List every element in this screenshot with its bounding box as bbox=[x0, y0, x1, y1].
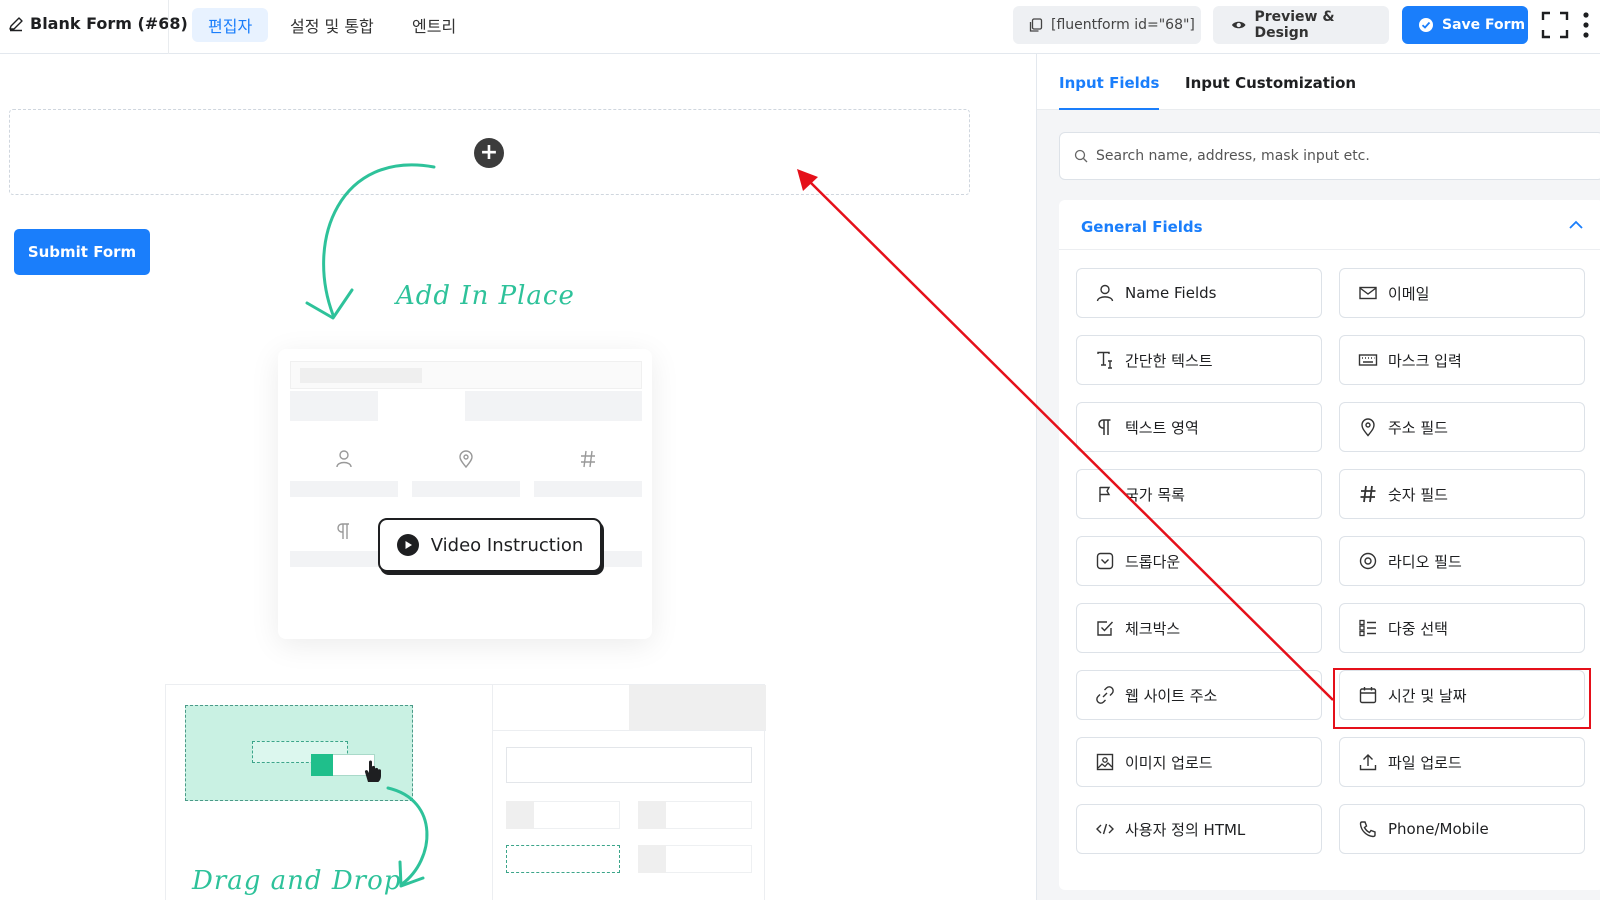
field-label: 텍스트 영역 bbox=[1125, 418, 1199, 437]
shortcode-text: [fluentform id="68"] bbox=[1051, 17, 1195, 33]
user-icon bbox=[1096, 284, 1114, 302]
copy-icon bbox=[1029, 18, 1043, 32]
paragraph-icon bbox=[337, 523, 349, 539]
play-icon bbox=[396, 534, 419, 556]
form-title[interactable]: Blank Form (#68) bbox=[8, 14, 188, 33]
fullscreen-icon[interactable] bbox=[1541, 11, 1569, 39]
chevron-up-icon[interactable] bbox=[1567, 216, 1585, 234]
preview-design-label: Preview & Design bbox=[1254, 9, 1335, 41]
field-label: 간단한 텍스트 bbox=[1125, 351, 1213, 370]
field-label: 다중 선택 bbox=[1388, 619, 1448, 638]
field-label: 체크박스 bbox=[1125, 619, 1181, 638]
flag-icon bbox=[1099, 486, 1111, 502]
eye-icon bbox=[1231, 21, 1246, 29]
hash-icon bbox=[1360, 485, 1376, 503]
field-email[interactable]: 이메일 bbox=[1339, 268, 1585, 318]
shortcode-copy-button[interactable]: [fluentform id="68"] bbox=[1013, 6, 1201, 44]
field-label: 사용자 정의 HTML bbox=[1125, 820, 1246, 839]
field-label: Name Fields bbox=[1125, 284, 1217, 302]
field-multi-select[interactable]: 다중 선택 bbox=[1339, 603, 1585, 653]
field-name-fields[interactable]: Name Fields bbox=[1076, 268, 1322, 318]
drag-drop-label: Drag and Drop bbox=[192, 866, 402, 896]
general-fields-header[interactable]: General Fields bbox=[1059, 200, 1600, 250]
save-form-label: Save Form bbox=[1442, 17, 1526, 33]
hash-icon bbox=[581, 450, 595, 468]
add-field-plus-icon[interactable]: + bbox=[474, 138, 504, 168]
image-icon bbox=[1096, 753, 1114, 771]
envelope-icon bbox=[1359, 286, 1377, 300]
more-vertical-icon[interactable] bbox=[1581, 10, 1591, 40]
save-form-button[interactable]: Save Form bbox=[1402, 6, 1528, 44]
field-label: 국가 목록 bbox=[1125, 485, 1185, 504]
video-instruction-button[interactable]: Video Instruction bbox=[378, 518, 602, 572]
field-number[interactable]: 숫자 필드 bbox=[1339, 469, 1585, 519]
field-search-input[interactable] bbox=[1096, 148, 1576, 164]
field-search-box[interactable] bbox=[1059, 132, 1600, 180]
field-file-upload[interactable]: 파일 업로드 bbox=[1339, 737, 1585, 787]
tab-entries[interactable]: 엔트리 bbox=[396, 8, 472, 42]
field-label: 파일 업로드 bbox=[1388, 753, 1462, 772]
field-phone-mobile[interactable]: Phone/Mobile bbox=[1339, 804, 1585, 854]
field-simple-text[interactable]: 간단한 텍스트 bbox=[1076, 335, 1322, 385]
list-icon bbox=[1359, 619, 1376, 637]
field-mask-input[interactable]: 마스크 입력 bbox=[1339, 335, 1585, 385]
field-label: Phone/Mobile bbox=[1388, 820, 1489, 838]
paragraph-icon bbox=[1098, 419, 1111, 435]
field-label: 주소 필드 bbox=[1388, 418, 1448, 437]
link-icon bbox=[1096, 686, 1114, 704]
field-image-upload[interactable]: 이미지 업로드 bbox=[1076, 737, 1322, 787]
field-address[interactable]: 주소 필드 bbox=[1339, 402, 1585, 452]
field-country-list[interactable]: 국가 목록 bbox=[1076, 469, 1322, 519]
mock-form-preview bbox=[278, 349, 652, 639]
preview-design-button[interactable]: Preview & Design bbox=[1213, 6, 1389, 44]
submit-form-button[interactable]: Submit Form bbox=[14, 229, 150, 275]
tab-input-fields[interactable]: Input Fields bbox=[1059, 74, 1160, 110]
phone-icon bbox=[1359, 821, 1376, 838]
general-fields-section: General Fields Name Fields 이메일 간단한 텍스트 마… bbox=[1059, 200, 1600, 890]
field-radio[interactable]: 라디오 필드 bbox=[1339, 536, 1585, 586]
upload-icon bbox=[1359, 754, 1377, 771]
general-fields-title: General Fields bbox=[1081, 218, 1203, 236]
tab-editor[interactable]: 편집자 bbox=[192, 8, 269, 42]
video-instruction-label: Video Instruction bbox=[430, 534, 584, 556]
fields-panel: Input Fields Input Customization General… bbox=[1036, 54, 1600, 900]
field-text-area[interactable]: 텍스트 영역 bbox=[1076, 402, 1322, 452]
code-icon bbox=[1096, 823, 1114, 835]
field-dropdown[interactable]: 드롭다운 bbox=[1076, 536, 1322, 586]
form-title-text: Blank Form (#68) bbox=[30, 14, 188, 33]
field-label: 이메일 bbox=[1388, 284, 1430, 303]
tab-settings-integrations[interactable]: 설정 및 통합 bbox=[274, 8, 390, 42]
field-custom-html[interactable]: 사용자 정의 HTML bbox=[1076, 804, 1322, 854]
field-label: 숫자 필드 bbox=[1388, 485, 1448, 504]
field-label: 라디오 필드 bbox=[1388, 552, 1462, 571]
add-in-place-label: Add In Place bbox=[396, 281, 575, 311]
divider bbox=[168, 0, 169, 54]
field-label: 드롭다운 bbox=[1125, 552, 1181, 571]
location-pin-icon bbox=[1361, 418, 1375, 437]
tab-input-customization[interactable]: Input Customization bbox=[1185, 74, 1356, 92]
radio-icon bbox=[1359, 552, 1377, 570]
field-label: 마스크 입력 bbox=[1388, 351, 1462, 370]
field-website-url[interactable]: 웹 사이트 주소 bbox=[1076, 670, 1322, 720]
field-checkbox[interactable]: 체크박스 bbox=[1076, 603, 1322, 653]
date-time-highlight-box bbox=[1333, 668, 1591, 729]
field-label: 이미지 업로드 bbox=[1125, 753, 1213, 772]
keyboard-icon bbox=[1358, 354, 1378, 366]
field-label: 웹 사이트 주소 bbox=[1125, 686, 1218, 705]
pencil-icon bbox=[9, 16, 23, 31]
search-icon bbox=[1074, 149, 1088, 163]
dropdown-icon bbox=[1096, 552, 1114, 570]
text-cursor-icon bbox=[1097, 351, 1112, 369]
hand-cursor-icon bbox=[364, 760, 381, 782]
location-pin-icon bbox=[459, 450, 473, 469]
user-icon bbox=[336, 450, 352, 468]
checkbox-icon bbox=[1097, 621, 1114, 636]
panel-tabs: Input Fields Input Customization bbox=[1037, 54, 1600, 110]
top-bar: Blank Form (#68) 편집자 설정 및 통합 엔트리 [fluent… bbox=[0, 0, 1600, 54]
check-circle-icon bbox=[1419, 18, 1433, 32]
